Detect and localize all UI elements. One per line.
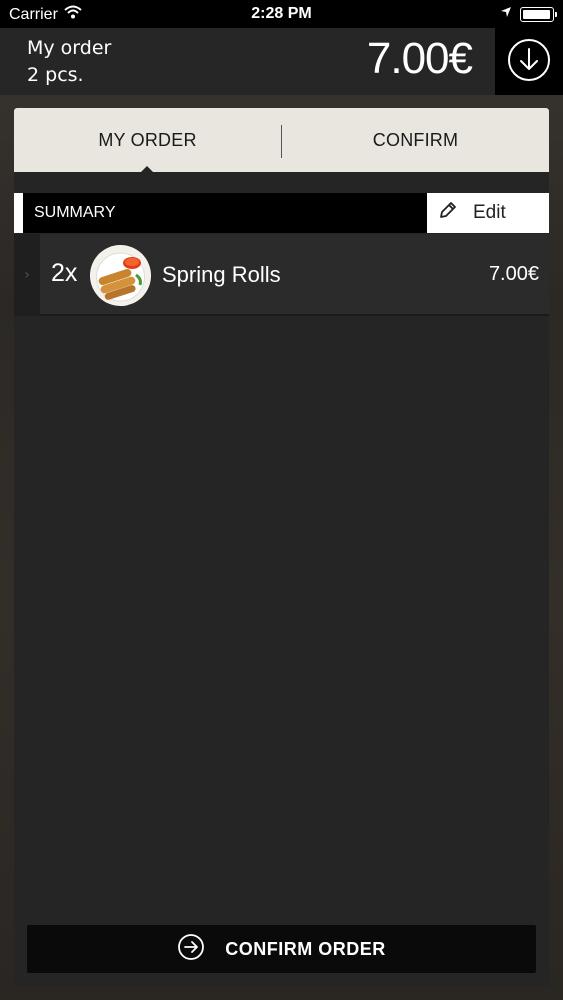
battery-fill [523,9,550,19]
status-time: 2:28 PM [251,5,312,22]
order-title: My order [27,37,112,59]
order-total: 7.00€ [366,34,473,83]
list-item[interactable]: › 2x Spring Rolls 7.00€ [14,234,549,316]
arrow-down-circle-icon [507,38,551,86]
edit-button[interactable]: Edit [427,193,549,233]
tab-bar: MY ORDER CONFIRM [14,108,549,173]
order-header: My order 2 pcs. 7.00€ [0,28,495,95]
spring-rolls-thumbnail [90,245,151,306]
pencil-icon [437,199,459,227]
item-price: 7.00€ [488,263,539,285]
confirm-order-label: CONFIRM ORDER [225,938,386,959]
edit-label: Edit [473,202,506,223]
item-quantity: 2x [51,259,78,287]
summary-accent [14,193,23,233]
summary-label: SUMMARY [23,193,427,233]
chevron-right-icon[interactable]: › [14,234,40,316]
arrow-right-circle-icon [177,933,205,966]
order-count: 2 pcs. [27,64,84,86]
battery-icon [520,6,557,22]
tab-my-order[interactable]: MY ORDER [14,108,281,172]
status-right [500,5,557,23]
active-tab-indicator [140,166,154,173]
location-arrow-icon [500,5,512,23]
download-button[interactable] [495,28,563,95]
tab-confirm[interactable]: CONFIRM [282,108,549,172]
status-bar: Carrier 2:28 PM [0,0,563,28]
summary-bar: SUMMARY Edit [14,193,549,233]
order-panel: MY ORDER CONFIRM SUMMARY Edit › 2x Sprin… [14,108,549,986]
confirm-order-button[interactable]: CONFIRM ORDER [27,925,536,973]
item-name: Spring Rolls [162,262,281,287]
